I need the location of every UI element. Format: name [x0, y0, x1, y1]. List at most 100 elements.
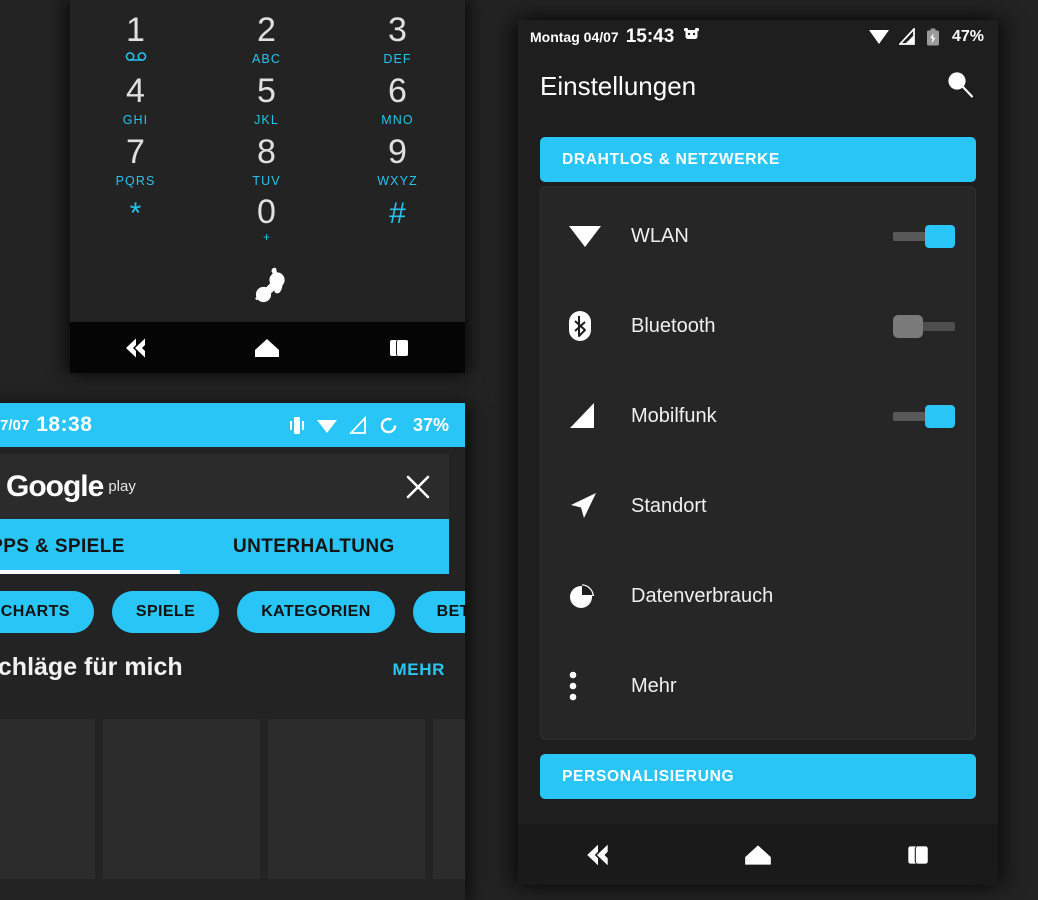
dialer-navigation-bar	[70, 322, 465, 373]
app-card[interactable]	[268, 719, 425, 879]
settings-navigation-bar	[518, 824, 998, 885]
settings-row-label: Bluetooth	[631, 314, 716, 337]
recents-icon	[390, 339, 409, 356]
signal-icon	[348, 415, 366, 434]
key-plus: +	[262, 230, 270, 244]
cellular-icon	[567, 401, 613, 431]
settings-title-row: Einstellungen	[518, 53, 998, 119]
settings-row-wlan[interactable]: WLAN	[541, 191, 975, 281]
key-digit: 7	[126, 133, 145, 171]
dialpad-key-6[interactable]: 6 MNO	[332, 74, 463, 127]
toggle-thumb	[925, 405, 955, 428]
settings-status-date: Montag 04/07	[530, 28, 619, 45]
suggestions-card-row	[0, 711, 465, 879]
nav-back-button[interactable]	[553, 829, 643, 880]
wifi-icon	[316, 419, 337, 433]
dialpad-key-5[interactable]: 5 JKL	[201, 74, 332, 127]
dialpad-key-8[interactable]: 8 TUV	[201, 135, 332, 188]
app-card[interactable]	[0, 719, 95, 879]
tab-apps-und-spiele[interactable]: APPS & SPIELE	[0, 536, 125, 558]
settings-battery-percent: 47%	[951, 27, 984, 45]
dialpad-key-star[interactable]: *	[70, 197, 201, 231]
play-status-bar: 7/07 18:38 37%	[0, 403, 465, 447]
nav-recents-button[interactable]	[873, 829, 963, 880]
key-digit: 0	[257, 193, 276, 231]
settings-row-datenverbrauch[interactable]: Datenverbrauch	[541, 551, 975, 641]
more-vert-icon	[567, 670, 613, 702]
search-button[interactable]	[944, 68, 976, 105]
page-title: Einstellungen	[540, 70, 697, 101]
settings-row-label: Mehr	[631, 674, 677, 697]
chip-top-charts[interactable]: P-CHARTS	[0, 591, 94, 633]
settings-row-mobilfunk[interactable]: Mobilfunk	[541, 371, 975, 461]
nav-home-button[interactable]	[222, 322, 312, 373]
settings-row-mehr[interactable]: Mehr	[541, 641, 975, 731]
google-play-panel: 7/07 18:38 37% Google play PS & SPIELE U…	[0, 403, 465, 900]
dialpad-key-1[interactable]: 1	[70, 13, 201, 62]
bluetooth-icon	[567, 310, 613, 342]
settings-row-label: Standort	[631, 494, 707, 517]
play-status-date: 7/07	[0, 416, 30, 434]
key-digit: 2	[257, 11, 276, 49]
settings-status-bar: Montag 04/07 15:43 47%	[518, 20, 998, 53]
settings-status-time: 15:43	[625, 25, 675, 47]
bluetooth-toggle[interactable]	[893, 315, 955, 338]
play-battery-percent: 37%	[412, 414, 449, 435]
toggle-thumb	[925, 225, 955, 248]
nav-recents-button[interactable]	[354, 322, 444, 373]
nav-back-button[interactable]	[91, 322, 181, 373]
dialpad-key-3[interactable]: 3 DEF	[332, 13, 463, 66]
section-header-personalisierung: PERSONALISIERUNG	[540, 754, 976, 799]
signal-icon	[898, 28, 915, 45]
battery-icon	[926, 28, 939, 45]
key-letters: WXYZ	[377, 174, 418, 188]
chip-kategorien[interactable]: KATEGORIEN	[237, 591, 395, 633]
chip-spiele[interactable]: SPIELE	[111, 591, 220, 633]
play-category-chips: P-CHARTS SPIELE KATEGORIEN BETA	[0, 581, 465, 643]
key-digit: 3	[388, 11, 407, 49]
settings-panel: Montag 04/07 15:43 47% Einstellungen DRA…	[518, 20, 998, 885]
dialpad-key-0[interactable]: 0 +	[201, 195, 332, 244]
nav-home-button[interactable]	[713, 829, 803, 880]
key-letters: PQRS	[115, 174, 156, 188]
back-icon	[587, 844, 608, 865]
key-digit: 9	[388, 133, 407, 171]
alarm-icon	[683, 26, 700, 47]
dialpad-key-7[interactable]: 7 PQRS	[70, 135, 201, 188]
dialer-panel: 1 2 ABC 3 DEF 4 GHI 5 JKL 6 MNO 7 PQRS 8…	[70, 0, 465, 373]
vibrate-icon	[289, 416, 304, 434]
key-letters: ABC	[251, 52, 281, 66]
data-usage-icon	[567, 581, 613, 611]
home-icon	[255, 338, 280, 357]
settings-card-drahtlos: WLAN Bluetooth Mobilfunk Standort Datenv…	[540, 186, 976, 740]
dialpad-key-9[interactable]: 9 WXYZ	[332, 135, 463, 188]
mobilfunk-toggle[interactable]	[893, 405, 955, 428]
settings-row-standort[interactable]: Standort	[541, 461, 975, 551]
wlan-toggle[interactable]	[893, 225, 955, 248]
screenshot-root: 1 2 ABC 3 DEF 4 GHI 5 JKL 6 MNO 7 PQRS 8…	[0, 0, 1038, 900]
tab-active-underline	[0, 570, 180, 574]
play-search-bar[interactable]: Google play	[0, 454, 449, 519]
settings-row-bluetooth[interactable]: Bluetooth	[541, 281, 975, 371]
settings-row-label: Mobilfunk	[631, 404, 717, 427]
suggestions-more-link[interactable]: MEHR	[393, 660, 445, 680]
app-card[interactable]	[433, 719, 465, 879]
key-digit: 6	[388, 72, 407, 110]
tab-unterhaltung[interactable]: UNTERHALTUNG	[233, 536, 395, 558]
settings-row-label: WLAN	[631, 224, 689, 247]
chip-beta[interactable]: BETA	[412, 591, 465, 633]
google-play-logo-sub: play	[108, 478, 136, 495]
play-status-icons: 37%	[289, 415, 449, 436]
key-digit: *	[129, 197, 142, 230]
call-button[interactable]	[244, 265, 292, 309]
key-digit: 4	[126, 72, 145, 110]
app-card[interactable]	[103, 719, 260, 879]
dialpad-key-2[interactable]: 2 ABC	[201, 13, 332, 66]
voicemail-icon	[125, 52, 146, 61]
search-icon	[948, 71, 974, 98]
close-icon[interactable]	[405, 474, 431, 500]
section-header-label: PERSONALISIERUNG	[562, 767, 735, 785]
dialpad-key-4[interactable]: 4 GHI	[70, 74, 201, 127]
google-play-logo: Google	[6, 469, 104, 503]
dialpad-key-hash[interactable]: #	[332, 197, 463, 231]
